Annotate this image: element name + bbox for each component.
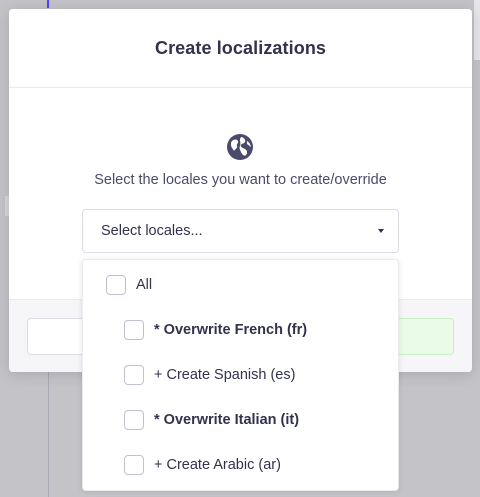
locale-select[interactable]: Select locales...: [82, 209, 399, 253]
backdrop-divider: [48, 372, 49, 497]
option-label: + Create Arabic (ar): [154, 457, 281, 473]
backdrop-accent-line: [47, 0, 49, 8]
checkbox[interactable]: [124, 320, 144, 340]
option-all[interactable]: All: [83, 265, 398, 305]
checkbox[interactable]: [124, 455, 144, 475]
modal-title: Create localizations: [154, 37, 327, 58]
option-create-spanish[interactable]: + Create Spanish (es): [83, 355, 398, 395]
option-label: * Overwrite French (fr): [154, 322, 308, 338]
modal-header: Create localizations: [9, 9, 472, 88]
checkbox[interactable]: [106, 275, 126, 295]
checkbox[interactable]: [124, 410, 144, 430]
option-label: * Overwrite Italian (it): [154, 412, 300, 428]
option-create-arabic[interactable]: + Create Arabic (ar): [83, 445, 398, 485]
modal-prompt: Select the locales you want to create/ov…: [94, 172, 387, 188]
checkbox[interactable]: [124, 365, 144, 385]
option-overwrite-french[interactable]: * Overwrite French (fr): [83, 310, 398, 350]
backdrop-element: [474, 0, 480, 60]
option-overwrite-italian[interactable]: * Overwrite Italian (it): [83, 400, 398, 440]
locale-select-placeholder: Select locales...: [101, 223, 203, 239]
option-label: All: [136, 277, 153, 293]
globe-icon: [225, 132, 255, 162]
option-label: + Create Spanish (es): [154, 367, 296, 383]
chevron-down-icon: [378, 229, 384, 233]
locale-dropdown: All * Overwrite French (fr) + Create Spa…: [82, 259, 399, 491]
